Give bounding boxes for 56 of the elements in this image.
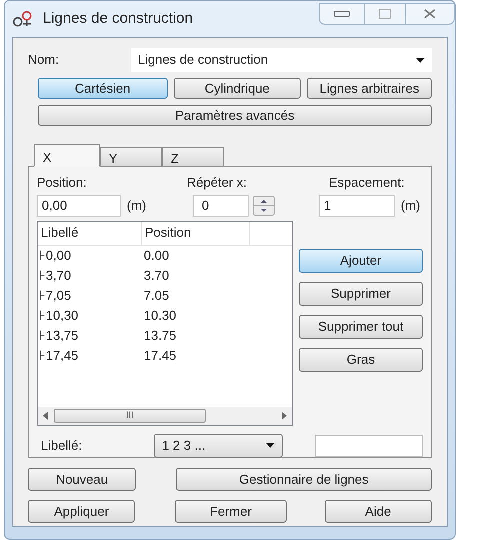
coordinate-mode-button[interactable]: Lignes arbitraires xyxy=(307,78,432,99)
dialog-button[interactable]: Fermer xyxy=(175,500,287,523)
unit-label: (m) xyxy=(127,196,146,215)
table-cell-text: ⊦0,00 xyxy=(38,246,72,265)
close-button[interactable] xyxy=(405,3,455,25)
text-field[interactable] xyxy=(315,434,423,456)
field-label: Nom: xyxy=(28,51,60,70)
unit-label: (m) xyxy=(401,196,420,215)
label-dropdown[interactable]: 1 2 3 ... xyxy=(154,434,284,458)
action-button[interactable]: Gras xyxy=(299,348,423,372)
horizontal-scrollbar[interactable]: III xyxy=(38,406,292,424)
action-button[interactable]: Supprimer tout xyxy=(299,314,423,338)
table-cell-text: 10.30 xyxy=(143,306,178,325)
table-cell-text: ⊦3,70 xyxy=(38,266,72,285)
coordinate-mode-button[interactable]: Cylindrique xyxy=(174,78,302,99)
table-cell-text: ⊦10,30 xyxy=(38,306,80,325)
caret-icon xyxy=(416,58,425,62)
caret-icon xyxy=(266,443,276,448)
field-label: Position: xyxy=(37,174,88,192)
maximize-icon xyxy=(379,9,391,19)
scrollbar-thumb[interactable]: III xyxy=(54,408,206,422)
spacing-field[interactable]: 1 xyxy=(319,194,395,216)
advanced-settings-button[interactable]: Paramètres avancés xyxy=(38,105,432,126)
left-arrow-icon[interactable] xyxy=(42,412,50,420)
axis-tab[interactable]: Z xyxy=(162,147,224,167)
table-cell-text: 0.00 xyxy=(143,246,170,265)
coordinate-mode-button[interactable]: Cartésien xyxy=(38,78,168,99)
axis-tab[interactable]: X xyxy=(34,144,100,167)
column-header[interactable]: Libellé xyxy=(38,222,142,244)
dialog-button[interactable]: Nouveau xyxy=(28,468,136,491)
repeat-field[interactable]: 0 xyxy=(193,194,249,216)
field-label: Répéter x: xyxy=(187,174,248,192)
dialog-button[interactable]: Gestionnaire de lignes xyxy=(176,468,432,491)
axis-tab[interactable]: Y xyxy=(100,147,162,167)
position-field[interactable]: 0,00 xyxy=(37,194,121,216)
table-cell-text: 3.70 xyxy=(143,266,170,285)
minimize-icon xyxy=(334,11,350,17)
column-header[interactable]: Position xyxy=(142,222,250,244)
action-button[interactable]: Ajouter xyxy=(299,248,423,272)
dialog-button[interactable]: Aide xyxy=(324,500,432,523)
minimize-button[interactable] xyxy=(319,3,365,25)
dialog-button[interactable]: Appliquer xyxy=(28,500,136,523)
table-cell-text: ⊦17,45 xyxy=(38,346,80,365)
field-label: Espacement: xyxy=(328,174,406,192)
name-dropdown[interactable]: Lignes de construction xyxy=(131,48,432,72)
right-arrow-icon[interactable] xyxy=(280,412,288,420)
spinner-icon[interactable] xyxy=(253,196,275,216)
table-cell-text: 7.05 xyxy=(143,286,170,305)
table-cell-text: 17.45 xyxy=(143,346,178,365)
close-icon xyxy=(424,9,436,19)
table-cell-text: ⊦7,05 xyxy=(38,286,72,305)
window-title: Lignes de construction xyxy=(43,8,194,29)
table-cell-text: 13.75 xyxy=(143,326,178,345)
action-button[interactable]: Supprimer xyxy=(299,282,423,306)
field-label: Libellé: xyxy=(41,436,84,455)
table-cell-text: ⊦13,75 xyxy=(38,326,80,345)
